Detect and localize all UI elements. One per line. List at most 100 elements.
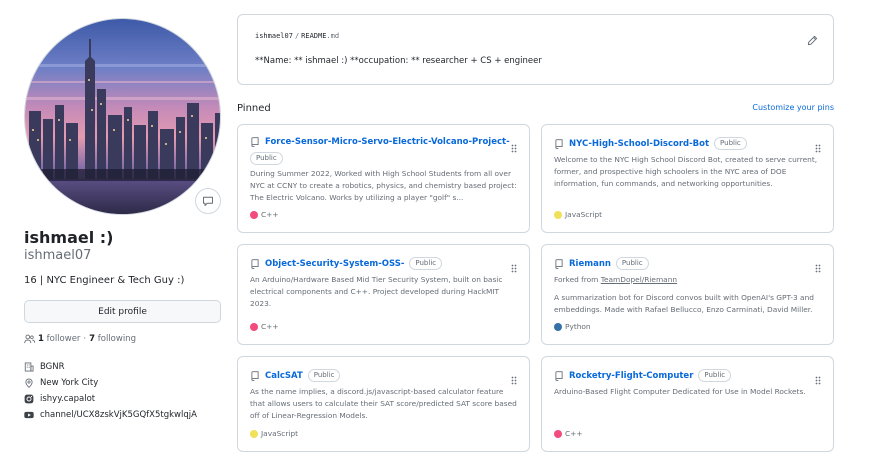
repo-description: Welcome to the NYC High School Discord B… — [554, 155, 818, 188]
drag-handle-icon[interactable] — [815, 258, 821, 273]
language-color-dot — [250, 322, 258, 331]
instagram-link[interactable]: ishyy.capalot — [40, 394, 95, 404]
repo-name-link[interactable]: Force-Sensor-Micro-Servo-Electric-Volcan… — [265, 137, 510, 147]
repo-name-link[interactable]: CalcSAT — [265, 371, 303, 381]
pinned-repo-card: Object-Security-System-OSS- Public An Ar… — [237, 244, 530, 345]
customize-pins-link[interactable]: Customize your pins — [752, 103, 834, 112]
repo-name-link[interactable]: Riemann — [569, 259, 611, 269]
repo-description: An Arduino/Hardware Based Mid Tier Secur… — [250, 275, 503, 308]
followers-label: follower — [46, 334, 81, 344]
set-status-button[interactable] — [195, 188, 221, 214]
following-label: following — [97, 334, 136, 344]
forked-from-label: Forked from — [554, 275, 599, 284]
people-icon — [24, 334, 35, 344]
follow-stats: 1 follower · 7 following — [24, 334, 136, 344]
smiley-status-icon — [203, 196, 213, 206]
pinned-repo-card: CalcSAT Public As the name implies, a di… — [237, 356, 530, 452]
readme-card: ishmael07/README.md **Name: ** ishmael :… — [237, 14, 834, 85]
readme-ext: .md — [326, 32, 340, 40]
drag-handle-icon[interactable] — [511, 258, 517, 273]
instagram-icon — [24, 394, 34, 404]
language-name: JavaScript — [261, 429, 299, 438]
profile-bio: 16 | NYC Engineer & Tech Guy :) — [24, 275, 185, 286]
avatar-container — [24, 18, 221, 215]
profile-display-name: ishmael :) — [24, 228, 114, 247]
profile-location: New York City — [24, 375, 197, 391]
visibility-badge: Public — [409, 257, 443, 270]
repo-icon — [554, 370, 564, 381]
avatar[interactable] — [24, 18, 221, 215]
visibility-badge: Public — [615, 257, 649, 270]
repo-language: JavaScript — [554, 210, 602, 219]
language-name: C++ — [565, 429, 583, 438]
follow-separator: · — [83, 334, 87, 344]
profile-username: ishmael07 — [24, 248, 92, 263]
language-name: JavaScript — [565, 210, 603, 219]
location-text: New York City — [40, 378, 99, 388]
location-icon — [24, 378, 34, 388]
repo-header: Force-Sensor-Micro-Servo-Electric-Volcan… — [250, 137, 510, 147]
repo-header: Object-Security-System-OSS- Public — [250, 257, 443, 270]
edit-profile-button[interactable]: Edit profile — [24, 300, 221, 323]
repo-description: During Summer 2022, Worked with High Sch… — [250, 169, 517, 202]
repo-language: C++ — [554, 429, 583, 438]
readme-path: ishmael07/README.md — [255, 32, 339, 40]
followers-link[interactable]: 1 follower — [38, 334, 80, 344]
repo-language: C++ — [250, 322, 279, 331]
visibility-badge: Public — [714, 137, 747, 150]
following-count: 7 — [89, 334, 96, 344]
forked-from-link[interactable]: TeamDopel/Riemann — [601, 275, 677, 284]
repo-language: C++ — [250, 210, 279, 219]
repo-header: CalcSAT Public — [250, 369, 341, 382]
visibility-badge: Public — [698, 369, 732, 382]
language-name: C++ — [261, 322, 279, 331]
language-color-dot — [554, 210, 562, 219]
drag-handle-icon[interactable] — [511, 370, 517, 385]
profile-youtube[interactable]: channel/UCX8zskVjK5GQfX5tgkwlqjA — [24, 407, 197, 423]
repo-name-link[interactable]: Object-Security-System-OSS- — [265, 259, 404, 269]
readme-content: **Name: ** ishmael :) **occupation: ** r… — [255, 56, 542, 66]
organization-icon — [24, 362, 34, 372]
drag-handle-icon[interactable] — [815, 370, 821, 385]
youtube-link[interactable]: channel/UCX8zskVjK5GQfX5tgkwlqjA — [40, 410, 197, 420]
repo-icon — [250, 137, 260, 147]
language-name: C++ — [261, 210, 279, 219]
repo-header: NYC-High-School-Discord-Bot Public — [554, 137, 747, 150]
pinned-heading: Pinned — [237, 103, 271, 114]
avatar-city-skyline-image — [25, 19, 220, 214]
pencil-icon[interactable] — [807, 31, 818, 46]
repo-icon — [250, 258, 260, 269]
following-link[interactable]: 7 following — [89, 334, 136, 344]
repo-header: Rocketry-Flight-Computer Public — [554, 369, 732, 382]
repo-language: Python — [554, 322, 591, 331]
drag-handle-icon[interactable] — [511, 138, 517, 153]
repo-header: Riemann Public — [554, 257, 649, 270]
repo-name-link[interactable]: Rocketry-Flight-Computer — [569, 371, 693, 381]
repo-language: JavaScript — [250, 429, 298, 438]
pinned-repo-card: Force-Sensor-Micro-Servo-Electric-Volcan… — [237, 124, 530, 233]
profile-details-list: BGNR New York City ishyy.capalot channel… — [24, 359, 197, 423]
language-color-dot — [250, 210, 258, 219]
language-color-dot — [554, 322, 562, 331]
language-color-dot — [250, 429, 258, 438]
forked-from-line: Forked from TeamDopel/Riemann — [554, 274, 823, 286]
readme-path-separator: / — [294, 32, 300, 40]
drag-handle-icon[interactable] — [815, 138, 821, 153]
repo-description: As the name implies, a discord.js/javasc… — [250, 387, 517, 420]
profile-instagram[interactable]: ishyy.capalot — [24, 391, 197, 407]
repo-description: Arduino-Based Flight Computer Dedicated … — [554, 387, 806, 396]
pinned-repo-card: Riemann Public Forked from TeamDopel/Rie… — [541, 244, 834, 345]
repo-icon — [250, 370, 260, 381]
readme-file[interactable]: README — [301, 32, 326, 40]
organization-text: BGNR — [40, 362, 65, 372]
repo-icon — [554, 138, 564, 149]
pinned-repo-card: NYC-High-School-Discord-Bot Public Welco… — [541, 124, 834, 233]
repo-name-link[interactable]: NYC-High-School-Discord-Bot — [569, 139, 709, 149]
readme-owner[interactable]: ishmael07 — [255, 32, 293, 40]
visibility-badge: Public — [307, 369, 341, 382]
repo-forked-icon — [554, 258, 564, 269]
youtube-icon — [24, 410, 34, 420]
followers-count: 1 — [38, 334, 44, 344]
pinned-repo-card: Rocketry-Flight-Computer Public Arduino-… — [541, 356, 834, 452]
language-name: Python — [565, 322, 591, 331]
